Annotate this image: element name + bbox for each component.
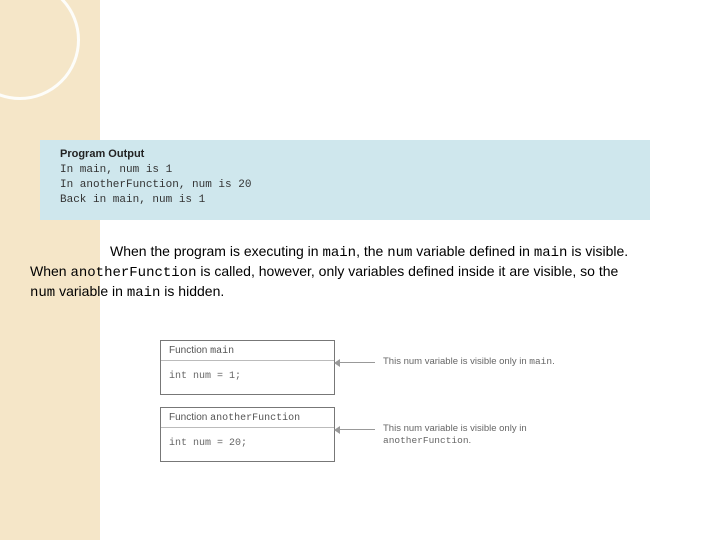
para-code: num xyxy=(387,245,412,261)
para-code: main xyxy=(322,245,356,261)
para-code: anotherFunction xyxy=(70,265,196,281)
function-box-header: Function main xyxy=(161,341,334,361)
caption-text: This num variable is visible only in xyxy=(383,423,527,434)
arrow-icon xyxy=(339,429,375,430)
caption-text: . xyxy=(469,435,472,446)
diagram-caption: This num variable is visible only in ano… xyxy=(383,423,573,448)
para-code: main xyxy=(534,245,568,261)
para-text: When the program is executing in xyxy=(110,243,322,259)
decorative-circle-outline xyxy=(0,0,80,100)
para-text: is hidden. xyxy=(160,283,224,299)
function-box-another: Function anotherFunction int num = 20; xyxy=(160,407,335,462)
function-head-name: anotherFunction xyxy=(210,413,300,424)
function-head-prefix: Function xyxy=(169,412,210,423)
function-box-body: int num = 1; xyxy=(161,361,334,394)
para-code: main xyxy=(127,285,161,301)
para-code: num xyxy=(30,285,55,301)
output-lines: In main, num is 1 In anotherFunction, nu… xyxy=(60,163,634,208)
function-box-header: Function anotherFunction xyxy=(161,408,334,428)
function-box-main: Function main int num = 1; xyxy=(160,340,335,395)
diagram-row-main: Function main int num = 1; This num vari… xyxy=(160,340,620,395)
caption-code: anotherFunction xyxy=(383,435,469,446)
para-text: is called, however, only variables defin… xyxy=(197,263,619,279)
explanation-paragraph: When the program is executing in main, t… xyxy=(30,242,630,303)
function-head-name: main xyxy=(210,346,234,357)
scope-diagram: Function main int num = 1; This num vari… xyxy=(160,340,620,474)
caption-code: main xyxy=(529,356,552,367)
diagram-caption: This num variable is visible only in mai… xyxy=(383,356,573,368)
para-text: variable defined in xyxy=(412,243,533,259)
para-text: variable in xyxy=(55,283,127,299)
program-output-block: Program Output In main, num is 1 In anot… xyxy=(40,140,650,220)
diagram-row-another: Function anotherFunction int num = 20; T… xyxy=(160,407,620,462)
para-text: , the xyxy=(356,243,387,259)
caption-text: This num variable is visible only in xyxy=(383,356,529,367)
caption-text: . xyxy=(552,356,555,367)
function-head-prefix: Function xyxy=(169,345,210,356)
arrow-icon xyxy=(339,362,375,363)
output-title: Program Output xyxy=(60,148,634,160)
function-box-body: int num = 20; xyxy=(161,428,334,461)
